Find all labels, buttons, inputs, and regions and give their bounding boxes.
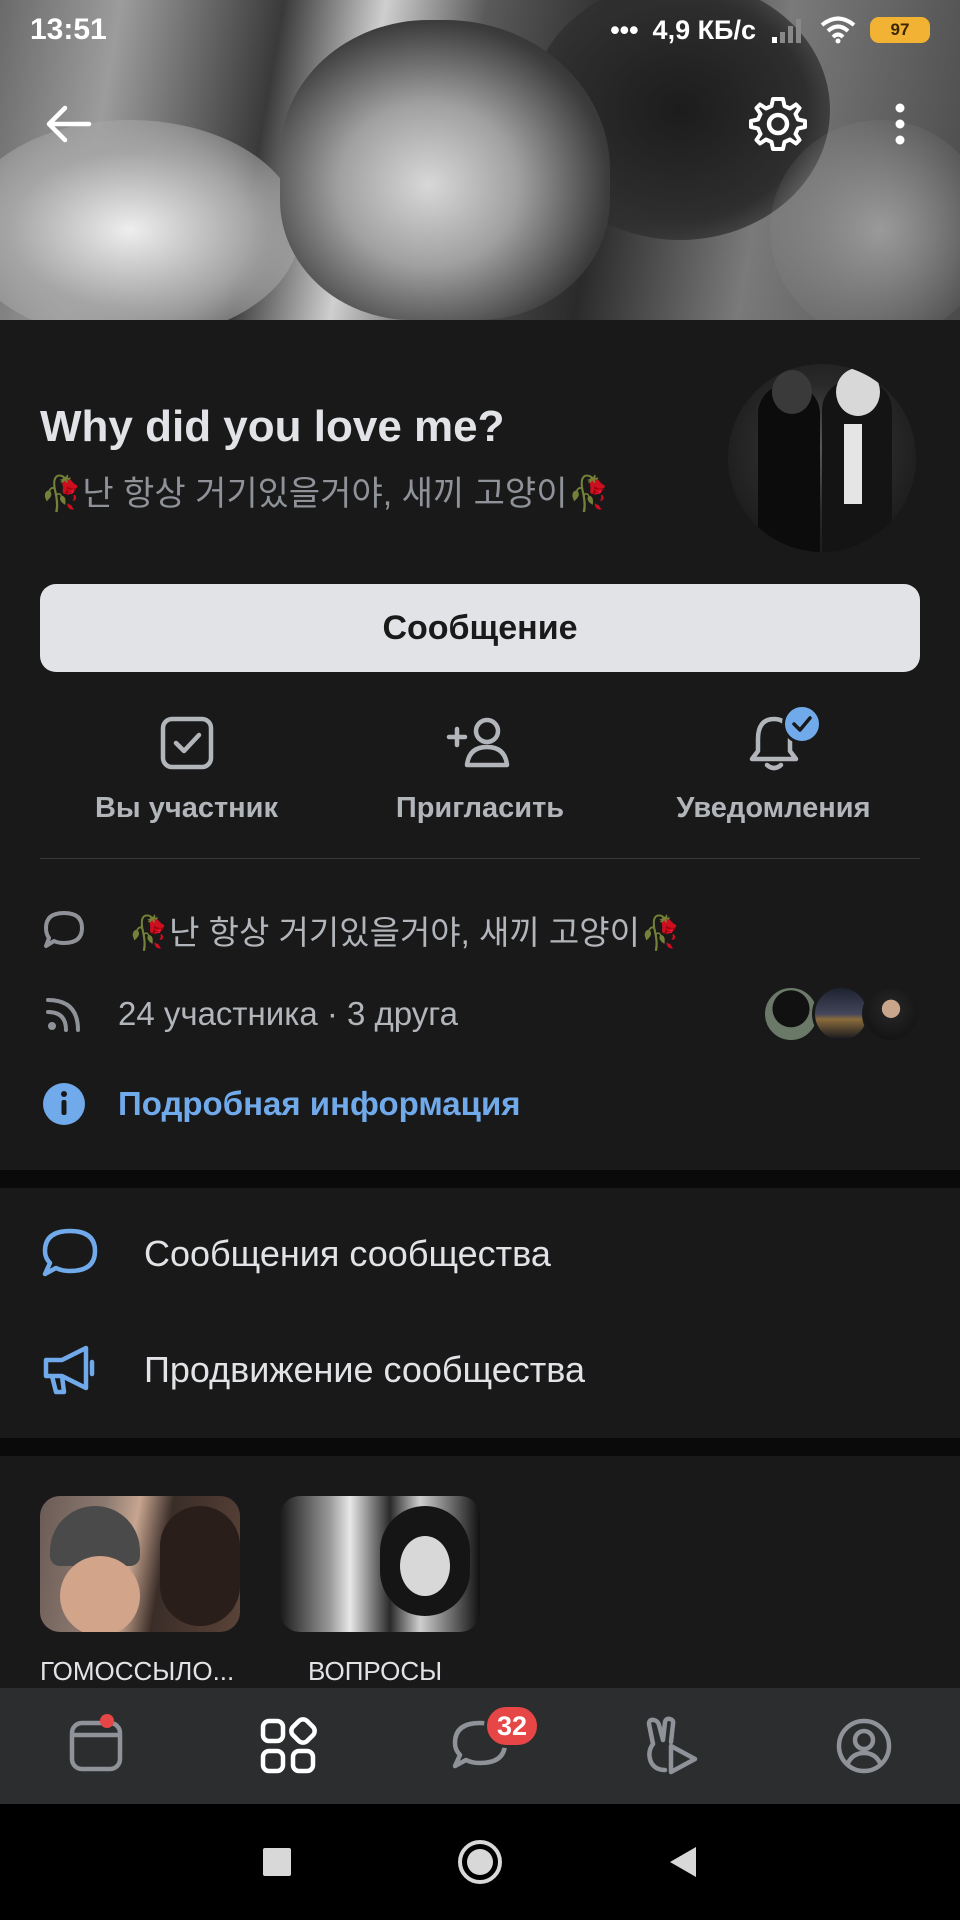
details-row[interactable]: Подробная информация xyxy=(40,1080,920,1128)
back-triangle-icon[interactable] xyxy=(668,1845,698,1879)
album-tile[interactable] xyxy=(280,1496,480,1632)
member-label: Вы участник xyxy=(94,792,279,824)
album-label: ГОМОССЫЛО... xyxy=(40,1656,235,1686)
invite-action[interactable]: Пригласить xyxy=(334,710,627,830)
feed-icon xyxy=(69,1720,123,1772)
status-bar: 13:51 ••• 4,9 КБ/с 97 xyxy=(0,0,960,60)
tab-bar: 32 xyxy=(0,1688,960,1804)
more-vertical-icon xyxy=(895,103,905,145)
gear-icon xyxy=(749,97,807,151)
action-row: Вы участник Пригласить Уведомления xyxy=(40,704,920,830)
section-separator xyxy=(0,1170,960,1188)
notifications-on-badge xyxy=(781,704,822,744)
community-promotion-label: Продвижение сообщества xyxy=(144,1349,586,1390)
info-icon xyxy=(43,1083,85,1125)
speech-bubble-icon xyxy=(44,911,84,948)
signal-icon xyxy=(772,19,801,43)
chat-bubble-icon xyxy=(42,1228,98,1277)
wifi-icon xyxy=(820,16,856,44)
community-messages-item[interactable]: Сообщения сообщества xyxy=(40,1226,551,1282)
albums-section: ГОМОССЫЛО... ВОПРОСЫ xyxy=(0,1456,960,1688)
notifications-action[interactable]: Уведомления xyxy=(627,704,920,830)
album-label: ВОПРОСЫ xyxy=(308,1656,443,1686)
tab-services[interactable] xyxy=(228,1696,348,1796)
status-text: 🥀난 항상 거기있을거야, 새끼 고양이🥀 xyxy=(128,914,682,951)
community-avatar[interactable] xyxy=(728,364,916,552)
album-tile[interactable] xyxy=(40,1496,240,1632)
tab-messages[interactable]: 32 xyxy=(420,1696,540,1796)
community-promotion-item[interactable]: Продвижение сообщества xyxy=(40,1344,585,1396)
messages-count-badge: 32 xyxy=(484,1704,540,1748)
checkbox-icon xyxy=(160,716,213,770)
community-subtitle: 🥀난 항상 거기있을거야, 새끼 고양이🥀 xyxy=(40,475,610,513)
back-button[interactable] xyxy=(36,92,100,156)
tab-profile[interactable] xyxy=(804,1696,924,1796)
system-nav-bar xyxy=(0,1804,960,1920)
message-button[interactable]: Сообщение xyxy=(40,584,920,672)
dots-icon: ••• xyxy=(610,14,639,45)
settings-button[interactable] xyxy=(746,92,810,156)
network-speed: 4,9 КБ/с xyxy=(652,14,756,45)
home-circle-icon[interactable] xyxy=(457,1839,503,1885)
rss-icon xyxy=(46,998,80,1032)
divider xyxy=(40,858,920,859)
add-user-icon xyxy=(446,717,510,768)
status-time: 13:51 xyxy=(30,13,107,46)
member-action[interactable]: Вы участник xyxy=(40,710,333,830)
more-button[interactable] xyxy=(868,92,932,156)
section-separator xyxy=(0,1438,960,1456)
clips-icon xyxy=(646,1716,698,1775)
megaphone-icon xyxy=(43,1345,95,1395)
members-text: 24 участника · 3 друга xyxy=(118,995,458,1032)
friend-avatar xyxy=(862,985,920,1043)
details-link[interactable]: Подробная информация xyxy=(118,1085,521,1123)
notifications-label: Уведомления xyxy=(676,792,871,824)
services-grid-icon xyxy=(260,1717,317,1774)
members-row[interactable]: 24 участника · 3 друга xyxy=(40,985,920,1043)
community-messages-label: Сообщения сообщества xyxy=(144,1233,551,1274)
back-arrow-icon xyxy=(46,105,92,143)
status-row: 🥀난 항상 거기있을거야, 새끼 고양이🥀 xyxy=(40,906,920,954)
friend-avatars[interactable] xyxy=(762,985,920,1043)
profile-icon xyxy=(836,1718,892,1774)
tab-clips[interactable] xyxy=(612,1696,732,1796)
invite-label: Пригласить xyxy=(395,792,565,824)
tab-feed[interactable] xyxy=(36,1696,156,1796)
community-title: Why did you love me? xyxy=(40,402,505,451)
check-icon xyxy=(791,716,812,732)
battery-indicator: 97 xyxy=(870,17,930,43)
recents-square-icon[interactable] xyxy=(262,1847,292,1877)
feed-unread-dot xyxy=(100,1714,114,1728)
